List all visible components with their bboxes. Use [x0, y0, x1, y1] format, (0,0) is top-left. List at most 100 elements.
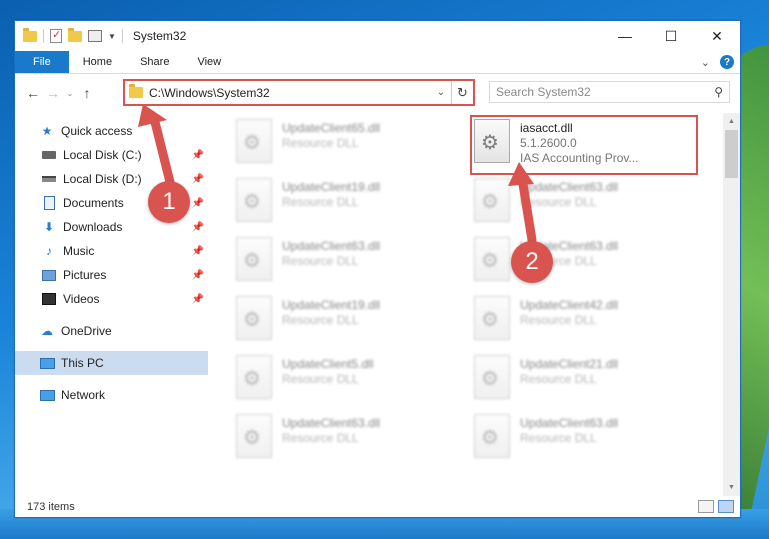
- title-bar: ▼ System32 — ☐ ✕: [15, 21, 740, 51]
- scroll-up-icon[interactable]: ▲: [723, 113, 740, 130]
- file-type: Resource DLL: [282, 372, 359, 386]
- help-icon[interactable]: ?: [720, 55, 734, 69]
- search-input[interactable]: Search System32 ⚲: [489, 81, 730, 103]
- pin-icon[interactable]: 📌: [192, 294, 204, 305]
- dll-file-icon: [236, 296, 272, 340]
- file-name: UpdateClient19.dll: [282, 180, 381, 194]
- file-type: Resource DLL: [520, 313, 597, 327]
- details-view-icon[interactable]: [698, 500, 714, 513]
- list-item[interactable]: UpdateClient5.dllResource DLL: [236, 353, 466, 409]
- dll-file-icon: [474, 355, 510, 399]
- maximize-button[interactable]: ☐: [648, 21, 694, 51]
- pictures-icon: [41, 268, 57, 282]
- file-type: Resource DLL: [282, 254, 359, 268]
- file-name: UpdateClient42.dll: [520, 298, 619, 312]
- sidebar-item-label: Videos: [63, 292, 100, 306]
- disk-icon: [41, 148, 57, 162]
- dll-file-icon: [236, 237, 272, 281]
- list-item[interactable]: UpdateClient63.dllResource DLL: [474, 235, 704, 291]
- dll-file-icon: [236, 178, 272, 222]
- search-icon[interactable]: ⚲: [714, 85, 723, 99]
- list-item[interactable]: UpdateClient19.dllResource DLL: [236, 294, 466, 350]
- sidebar-item-network[interactable]: Network: [15, 383, 208, 407]
- list-item[interactable]: UpdateClient42.dllResource DLL: [474, 294, 704, 350]
- tab-home[interactable]: Home: [69, 51, 126, 73]
- pin-icon[interactable]: 📌: [192, 270, 204, 281]
- dll-file-icon: [474, 178, 510, 222]
- view-buttons: [698, 500, 740, 513]
- back-arrow-icon[interactable]: ←: [23, 85, 43, 101]
- folder-icon: [129, 84, 143, 98]
- sidebar-item-quick-access[interactable]: ★ Quick access: [15, 119, 208, 143]
- sidebar-item-onedrive[interactable]: ☁ OneDrive: [15, 319, 208, 343]
- sidebar-item-this-pc[interactable]: This PC: [15, 351, 208, 375]
- pin-icon[interactable]: 📌: [192, 174, 204, 185]
- pin-icon[interactable]: 📌: [192, 222, 204, 233]
- file-type: Resource DLL: [520, 431, 597, 445]
- file-explorer-window: ▼ System32 — ☐ ✕ File Home Share View ⌄ …: [14, 20, 741, 518]
- file-name: UpdateClient63.dll: [282, 239, 381, 253]
- file-type: Resource DLL: [282, 195, 359, 209]
- list-item[interactable]: UpdateClient63.dllResource DLL: [236, 412, 466, 468]
- close-button[interactable]: ✕: [694, 21, 740, 51]
- network-icon: [39, 388, 55, 402]
- search-placeholder: Search System32: [496, 85, 591, 99]
- customize-toolbar-dropdown-icon[interactable]: ▼: [108, 32, 116, 41]
- dll-file-icon: [236, 414, 272, 458]
- address-path[interactable]: C:\Windows\System32: [149, 86, 270, 100]
- sidebar-item-videos[interactable]: Videos 📌: [15, 287, 208, 311]
- documents-icon: [41, 196, 57, 210]
- disk-icon: [41, 172, 57, 186]
- toolbar-divider: [121, 29, 123, 43]
- scroll-down-icon[interactable]: ▼: [723, 479, 740, 496]
- ribbon-tabs: File Home Share View ⌄ ?: [15, 51, 740, 74]
- sidebar-item-label: Quick access: [61, 124, 133, 138]
- file-list: UpdateClient65.dllResource DLL UpdateCli…: [208, 113, 740, 496]
- address-bar[interactable]: C:\Windows\System32 ⌄ ↻: [123, 79, 475, 106]
- dll-file-icon: [474, 414, 510, 458]
- file-type: Resource DLL: [282, 136, 359, 150]
- properties-icon[interactable]: [88, 30, 102, 42]
- list-item[interactable]: UpdateClient19.dllResource DLL: [236, 176, 466, 232]
- refresh-icon[interactable]: ↻: [451, 81, 473, 104]
- file-name: UpdateClient63.dll: [282, 416, 381, 430]
- step-badge-1: 1: [148, 181, 190, 223]
- up-arrow-icon[interactable]: ↑: [77, 85, 97, 101]
- address-dropdown-icon[interactable]: ⌄: [431, 87, 451, 98]
- sidebar-item-local-disk-c[interactable]: Local Disk (C:) 📌: [15, 143, 208, 167]
- pin-icon[interactable]: 📌: [192, 150, 204, 161]
- list-item[interactable]: UpdateClient65.dllResource DLL: [236, 117, 466, 173]
- pin-icon[interactable]: 📌: [192, 198, 204, 209]
- explorer-body: ★ Quick access Local Disk (C:) 📌 Local D…: [15, 113, 740, 496]
- sidebar-item-label: Local Disk (C:): [63, 148, 142, 162]
- tab-file[interactable]: File: [15, 51, 69, 73]
- dll-file-icon: [474, 237, 510, 281]
- file-name: UpdateClient5.dll: [282, 357, 374, 371]
- sidebar-item-music[interactable]: ♪ Music 📌: [15, 239, 208, 263]
- forward-arrow-icon[interactable]: →: [43, 85, 63, 101]
- list-item[interactable]: UpdateClient21.dllResource DLL: [474, 353, 704, 409]
- properties-check-icon[interactable]: [50, 28, 62, 43]
- expand-ribbon-icon[interactable]: ⌄: [701, 56, 710, 69]
- list-item[interactable]: UpdateClient63.dllResource DLL: [474, 412, 704, 468]
- file-name: UpdateClient63.dll: [520, 416, 619, 430]
- vertical-scrollbar[interactable]: ▲ ▼: [723, 113, 740, 496]
- quick-access-toolbar: ▼: [15, 27, 123, 43]
- window-controls: — ☐ ✕: [602, 21, 740, 51]
- list-item[interactable]: UpdateClient63.dllResource DLL: [236, 235, 466, 291]
- ribbon-right-controls: ⌄ ?: [701, 51, 740, 73]
- computer-icon: [39, 356, 55, 370]
- item-count: 173 items: [27, 500, 75, 513]
- new-folder-icon[interactable]: [68, 27, 82, 42]
- pin-icon[interactable]: 📌: [192, 246, 204, 257]
- minimize-button[interactable]: —: [602, 21, 648, 51]
- scrollbar-thumb[interactable]: [725, 130, 738, 178]
- sidebar-item-label: OneDrive: [61, 324, 112, 338]
- tab-share[interactable]: Share: [126, 51, 183, 73]
- tab-view[interactable]: View: [183, 51, 235, 73]
- list-item[interactable]: UpdateClient63.dllResource DLL: [474, 176, 704, 232]
- large-icons-view-icon[interactable]: [718, 500, 734, 513]
- recent-locations-dropdown-icon[interactable]: ⌄: [63, 89, 77, 98]
- cloud-icon: ☁: [41, 324, 53, 338]
- sidebar-item-pictures[interactable]: Pictures 📌: [15, 263, 208, 287]
